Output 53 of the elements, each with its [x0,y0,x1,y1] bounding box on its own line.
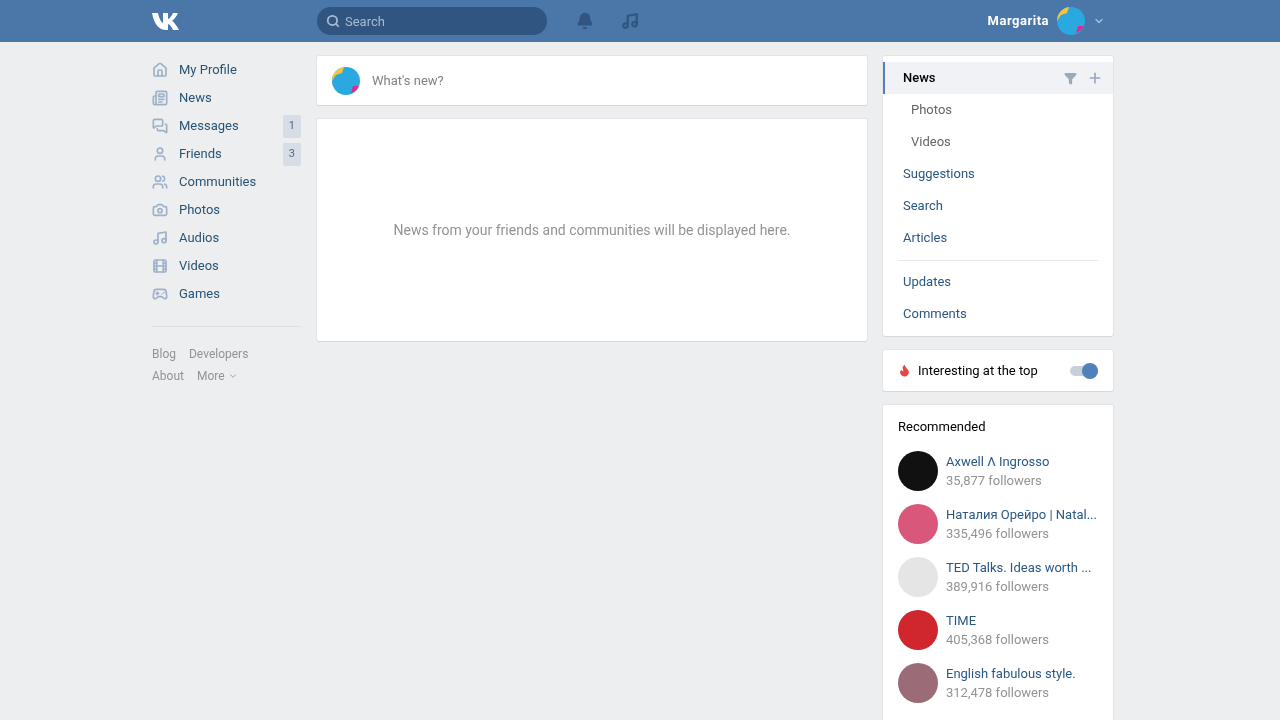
sidebar-item[interactable]: Messages 1 [152,112,301,140]
unread-count: 1 [282,114,301,138]
community-name[interactable]: Axwell Λ Ingrosso [946,451,1050,471]
follower-count: 389,916 followers [946,577,1051,596]
news-menu-item[interactable]: Updates [883,266,1113,298]
search-icon [326,14,340,28]
community-photo[interactable] [898,450,938,491]
news-menu-item[interactable]: Photos [883,94,1113,126]
news-menu-item[interactable]: Videos [883,126,1113,158]
news-menu-item[interactable]: Search [883,190,1113,222]
sidebar-item[interactable]: Videos [152,252,301,280]
add-icon[interactable] [1087,70,1103,86]
chevron-icon [227,371,238,381]
flame-icon [898,364,911,377]
unread-count: 3 [282,142,301,166]
follower-count: 405,368 followers [946,630,1050,649]
toggle-label: Interesting at the top [918,361,1039,380]
community-name[interactable]: TIME [946,610,1050,630]
post-composer[interactable]: What's new? [317,56,867,105]
news-menu-item[interactable]: Articles [883,222,1113,254]
sidebar-item[interactable]: Communities [152,168,301,196]
chat-bubbles-icon [152,118,168,134]
avatar-icon [332,66,360,95]
news-menu-item[interactable]: Suggestions [883,158,1113,190]
empty-feed-message: News from your friends and communities will be displayed here. [393,220,791,240]
news-menu-item[interactable]: Comments [883,298,1113,330]
news-menu-item[interactable]: News [883,62,1113,94]
sidebar-item[interactable]: Photos [152,196,301,224]
follower-count: 35,877 followers [946,471,1043,490]
sidebar-item[interactable]: Games [152,280,301,308]
filter-icon[interactable] [1064,71,1077,85]
sidebar-item[interactable]: News [152,84,301,112]
search-field[interactable]: Search [317,7,547,35]
avatar-icon [1057,7,1085,35]
gamepad-icon [152,286,168,302]
toggle-switch[interactable] [1070,362,1098,379]
house-icon [152,62,168,78]
people-icon [152,174,168,190]
recommended-title: Recommended [898,418,987,436]
follower-count: 312,478 followers [946,683,1051,702]
community-name[interactable]: Наталия Орейро | Natal... [946,504,1097,524]
follower-count: 335,496 followers [946,524,1051,543]
newspaper-icon [152,90,168,106]
camera-icon [152,202,168,218]
music-note-icon [152,230,168,246]
film-icon [152,258,168,274]
person-icon [152,146,168,162]
user-name[interactable]: Margarita [987,11,1049,31]
community-name[interactable]: TED Talks. Ideas worth ... [946,557,1092,577]
sidebar-item[interactable]: Friends 3 [152,140,301,168]
sidebar-item[interactable]: My Profile [152,56,301,84]
community-name[interactable]: English fabulous style. [946,663,1076,683]
sidebar-item[interactable]: Audios [152,224,301,252]
